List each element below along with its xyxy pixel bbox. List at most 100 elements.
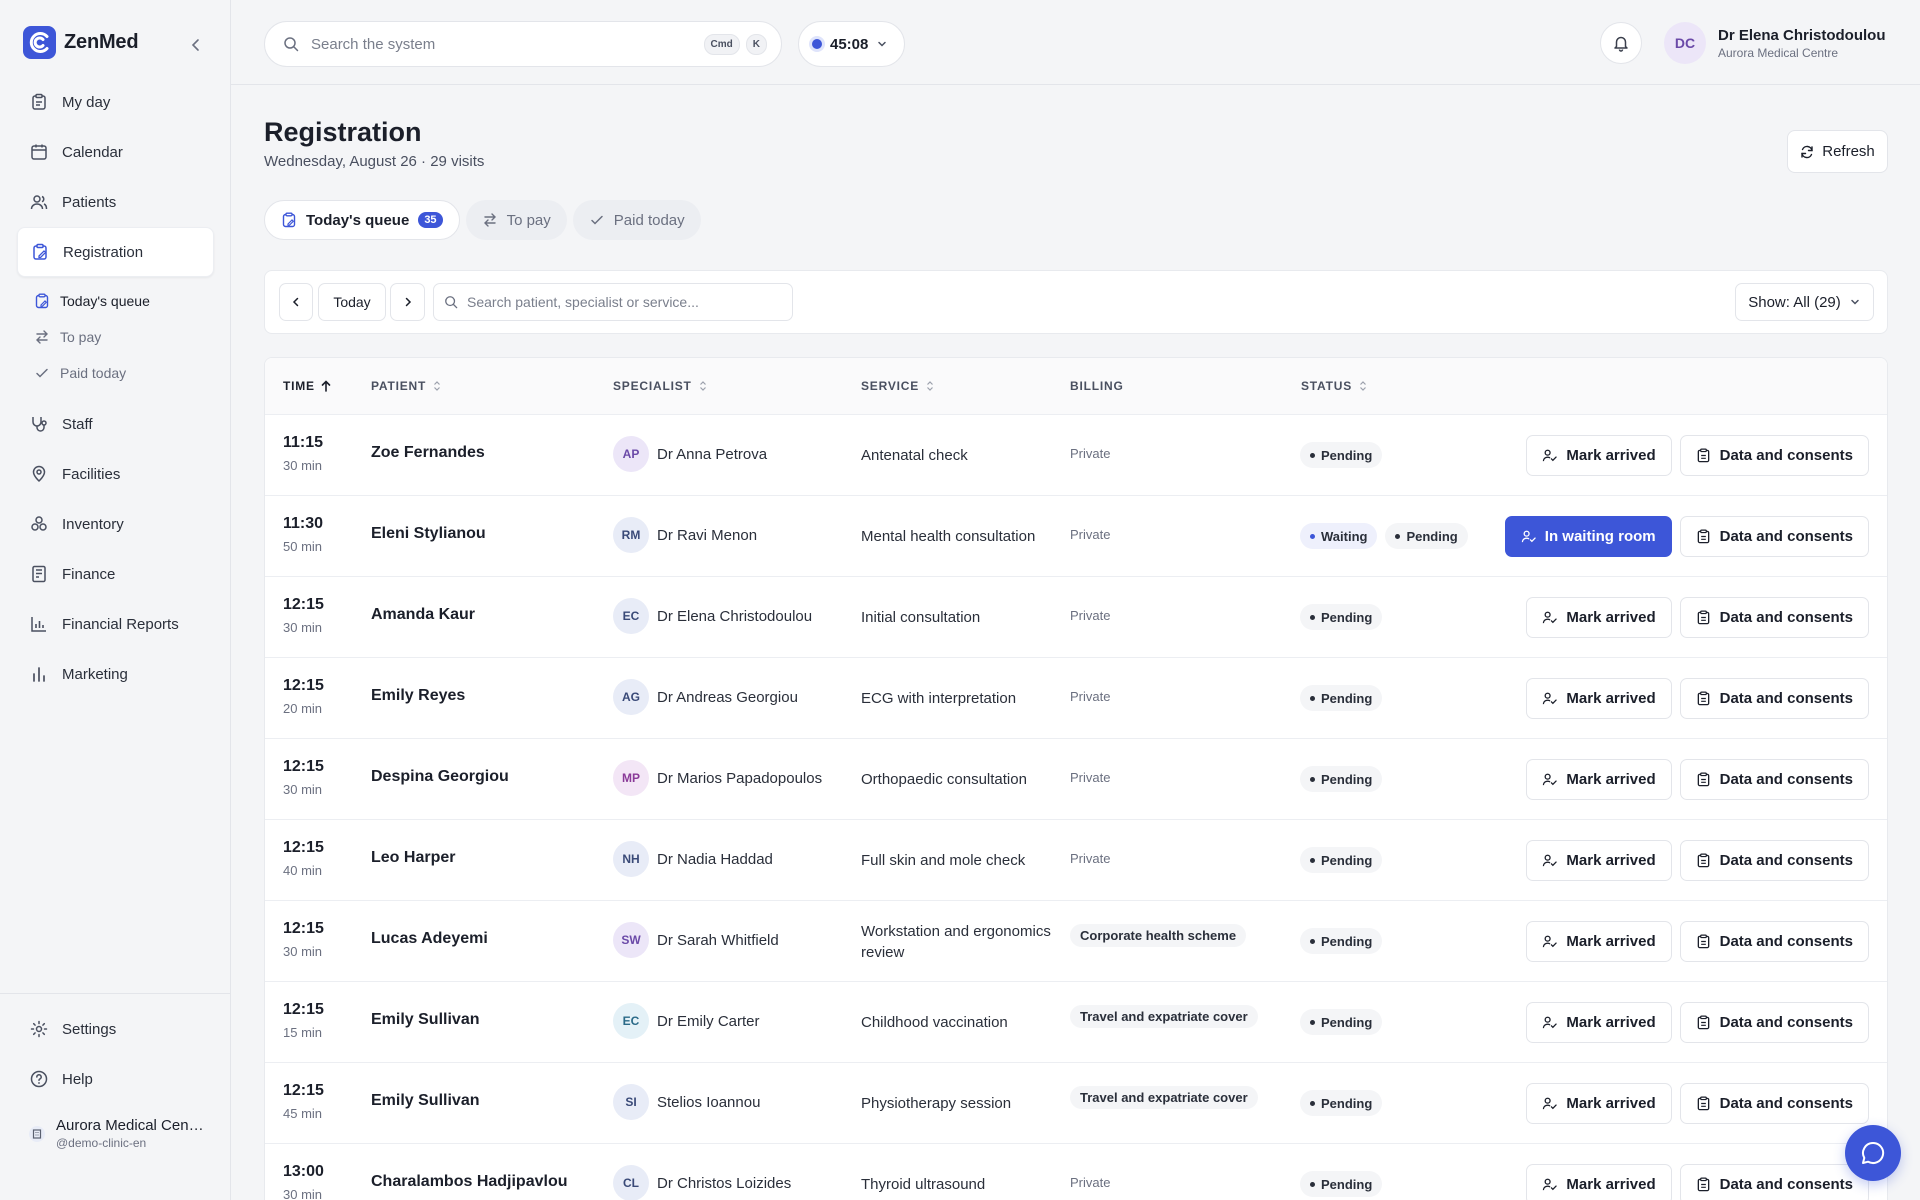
status-badge-pending: Pending <box>1300 1009 1383 1035</box>
tab-todays-queue[interactable]: Today's queue 35 <box>264 200 460 240</box>
sort-ascending-icon <box>321 380 331 392</box>
table-row[interactable]: 12:15 40 min Leo Harper NH Dr Nadia Hadd… <box>265 820 1887 901</box>
sidebar-item-facilities[interactable]: Facilities <box>17 449 214 499</box>
session-timer[interactable]: 45:08 <box>798 21 905 67</box>
sidebar-item-financial-reports[interactable]: Financial Reports <box>17 599 214 649</box>
org-switcher[interactable]: Aurora Medical Centre @demo-clinic-en <box>28 1117 204 1150</box>
in-waiting-room-button[interactable]: In waiting room <box>1504 516 1672 557</box>
sidebar-item-label: Help <box>62 1070 93 1088</box>
subnav-item-paid-today[interactable]: Paid today <box>34 355 214 391</box>
mark-arrived-button[interactable]: Mark arrived <box>1526 1002 1672 1043</box>
sidebar-item-calendar[interactable]: Calendar <box>17 127 214 177</box>
tab-label: Paid today <box>613 211 685 229</box>
tab-to-pay[interactable]: To pay <box>465 200 567 240</box>
data-and-consents-button[interactable]: Data and consents <box>1679 840 1869 881</box>
subnav-item-todays-queue[interactable]: Today's queue <box>34 283 214 319</box>
patient-name[interactable]: Emily Sullivan <box>371 1011 479 1029</box>
patient-name[interactable]: Charalambos Hadjipavlou <box>371 1173 568 1191</box>
data-and-consents-button[interactable]: Data and consents <box>1679 921 1869 962</box>
sidebar-item-inventory[interactable]: Inventory <box>17 499 214 549</box>
data-and-consents-button[interactable]: Data and consents <box>1679 678 1869 719</box>
table-row[interactable]: 11:30 50 min Eleni Stylianou RM Dr Ravi … <box>265 496 1887 577</box>
user-check-icon <box>1543 1016 1558 1029</box>
status: Waiting Pending <box>1300 523 1468 549</box>
data-and-consents-button[interactable]: Data and consents <box>1679 1083 1869 1124</box>
table-row[interactable]: 12:15 30 min Amanda Kaur EC Dr Elena Chr… <box>265 577 1887 658</box>
specialist-name: Dr Nadia Haddad <box>657 850 773 868</box>
refresh-button[interactable]: Refresh <box>1787 130 1888 173</box>
service-name: Antenatal check <box>861 447 968 464</box>
mark-arrived-button[interactable]: Mark arrived <box>1526 1164 1672 1200</box>
visit-duration: 30 min <box>283 944 323 959</box>
tab-paid-today[interactable]: Paid today <box>572 200 701 240</box>
show-filter-select[interactable]: Show: All (29) <box>1735 283 1874 321</box>
patient-name[interactable]: Zoe Fernandes <box>371 444 485 462</box>
column-header-specialist[interactable]: SPECIALIST <box>613 379 708 393</box>
sidebar-item-settings[interactable]: Settings <box>17 1004 214 1054</box>
avatar: AP <box>613 436 649 472</box>
patient-name[interactable]: Leo Harper <box>371 849 455 867</box>
column-header-service[interactable]: SERVICE <box>861 379 935 393</box>
mark-arrived-button[interactable]: Mark arrived <box>1526 759 1672 800</box>
avatar: NH <box>613 841 649 877</box>
status-badge-pending: Pending <box>1300 847 1383 873</box>
mark-arrived-button[interactable]: Mark arrived <box>1526 921 1672 962</box>
patient-name[interactable]: Emily Sullivan <box>371 1092 479 1110</box>
column-header-patient[interactable]: PATIENT <box>371 379 442 393</box>
patient-name[interactable]: Eleni Stylianou <box>371 525 486 543</box>
column-label: SPECIALIST <box>613 379 692 393</box>
patient-name[interactable]: Despina Georgiou <box>371 768 509 786</box>
data-and-consents-button[interactable]: Data and consents <box>1679 435 1869 476</box>
sidebar-item-staff[interactable]: Staff <box>17 399 214 449</box>
sidebar-item-patients[interactable]: Patients <box>17 177 214 227</box>
patient-name[interactable]: Lucas Adeyemi <box>371 930 488 948</box>
sidebar-item-marketing[interactable]: Marketing <box>17 649 214 699</box>
sidebar-item-registration[interactable]: Registration <box>17 227 214 277</box>
patient-name[interactable]: Emily Reyes <box>371 687 465 705</box>
column-header-time[interactable]: TIME <box>283 379 331 393</box>
data-and-consents-button[interactable]: Data and consents <box>1679 759 1869 800</box>
brand[interactable]: ZenMed <box>23 26 139 59</box>
collapse-sidebar-button[interactable] <box>184 33 208 57</box>
data-and-consents-button[interactable]: Data and consents <box>1679 516 1869 557</box>
status-dot <box>1395 533 1401 539</box>
mark-arrived-button[interactable]: Mark arrived <box>1526 435 1672 476</box>
previous-day-button[interactable] <box>279 283 313 321</box>
table-row[interactable]: 12:15 15 min Emily Sullivan EC Dr Emily … <box>265 982 1887 1063</box>
mark-arrived-button[interactable]: Mark arrived <box>1526 678 1672 719</box>
timer-status-dot <box>812 39 822 49</box>
data-and-consents-button[interactable]: Data and consents <box>1679 1002 1869 1043</box>
service-name: Initial consultation <box>861 609 981 626</box>
table-row[interactable]: 13:00 30 min Charalambos Hadjipavlou CL … <box>265 1144 1887 1200</box>
table-row[interactable]: 12:15 45 min Emily Sullivan SI Stelios I… <box>265 1063 1887 1144</box>
table-row[interactable]: 12:15 30 min Despina Georgiou MP Dr Mari… <box>265 739 1887 820</box>
sidebar-item-my-day[interactable]: My day <box>17 77 214 127</box>
notifications-button[interactable] <box>1600 22 1642 64</box>
sidebar-item-label: Calendar <box>62 143 123 161</box>
action-label: In waiting room <box>1544 528 1656 545</box>
column-header-status[interactable]: STATUS <box>1301 379 1368 393</box>
mark-arrived-button[interactable]: Mark arrived <box>1526 597 1672 638</box>
table-row[interactable]: 11:15 30 min Zoe Fernandes AP Dr Anna Pe… <box>265 415 1887 496</box>
patient-name[interactable]: Amanda Kaur <box>371 606 475 624</box>
mark-arrived-button[interactable]: Mark arrived <box>1526 1083 1672 1124</box>
data-and-consents-button[interactable]: Data and consents <box>1679 1164 1869 1200</box>
data-and-consents-button[interactable]: Data and consents <box>1679 597 1869 638</box>
queue-search-input[interactable]: Search patient, specialist or service... <box>433 283 793 321</box>
status-label: Pending <box>1321 609 1373 625</box>
status-badge-pending: Pending <box>1300 1090 1383 1116</box>
sidebar-item-finance[interactable]: Finance <box>17 549 214 599</box>
next-day-button[interactable] <box>390 283 425 321</box>
global-search-input[interactable]: Search the system Cmd K <box>264 21 782 67</box>
table-row[interactable]: 12:15 20 min Emily Reyes AG Dr Andreas G… <box>265 658 1887 739</box>
subnav-item-to-pay[interactable]: To pay <box>34 319 214 355</box>
sidebar-item-label: Inventory <box>62 515 124 533</box>
table-row[interactable]: 12:15 30 min Lucas Adeyemi SW Dr Sarah W… <box>265 901 1887 982</box>
stethoscope-icon <box>32 417 47 432</box>
chat-support-button[interactable] <box>1845 1125 1901 1181</box>
clipboard-icon <box>32 93 46 110</box>
sidebar-item-help[interactable]: Help <box>17 1054 214 1104</box>
user-menu[interactable]: DC Dr Elena Christodoulou Aurora Medical… <box>1664 22 1886 64</box>
mark-arrived-button[interactable]: Mark arrived <box>1526 840 1672 881</box>
today-button[interactable]: Today <box>318 283 386 321</box>
